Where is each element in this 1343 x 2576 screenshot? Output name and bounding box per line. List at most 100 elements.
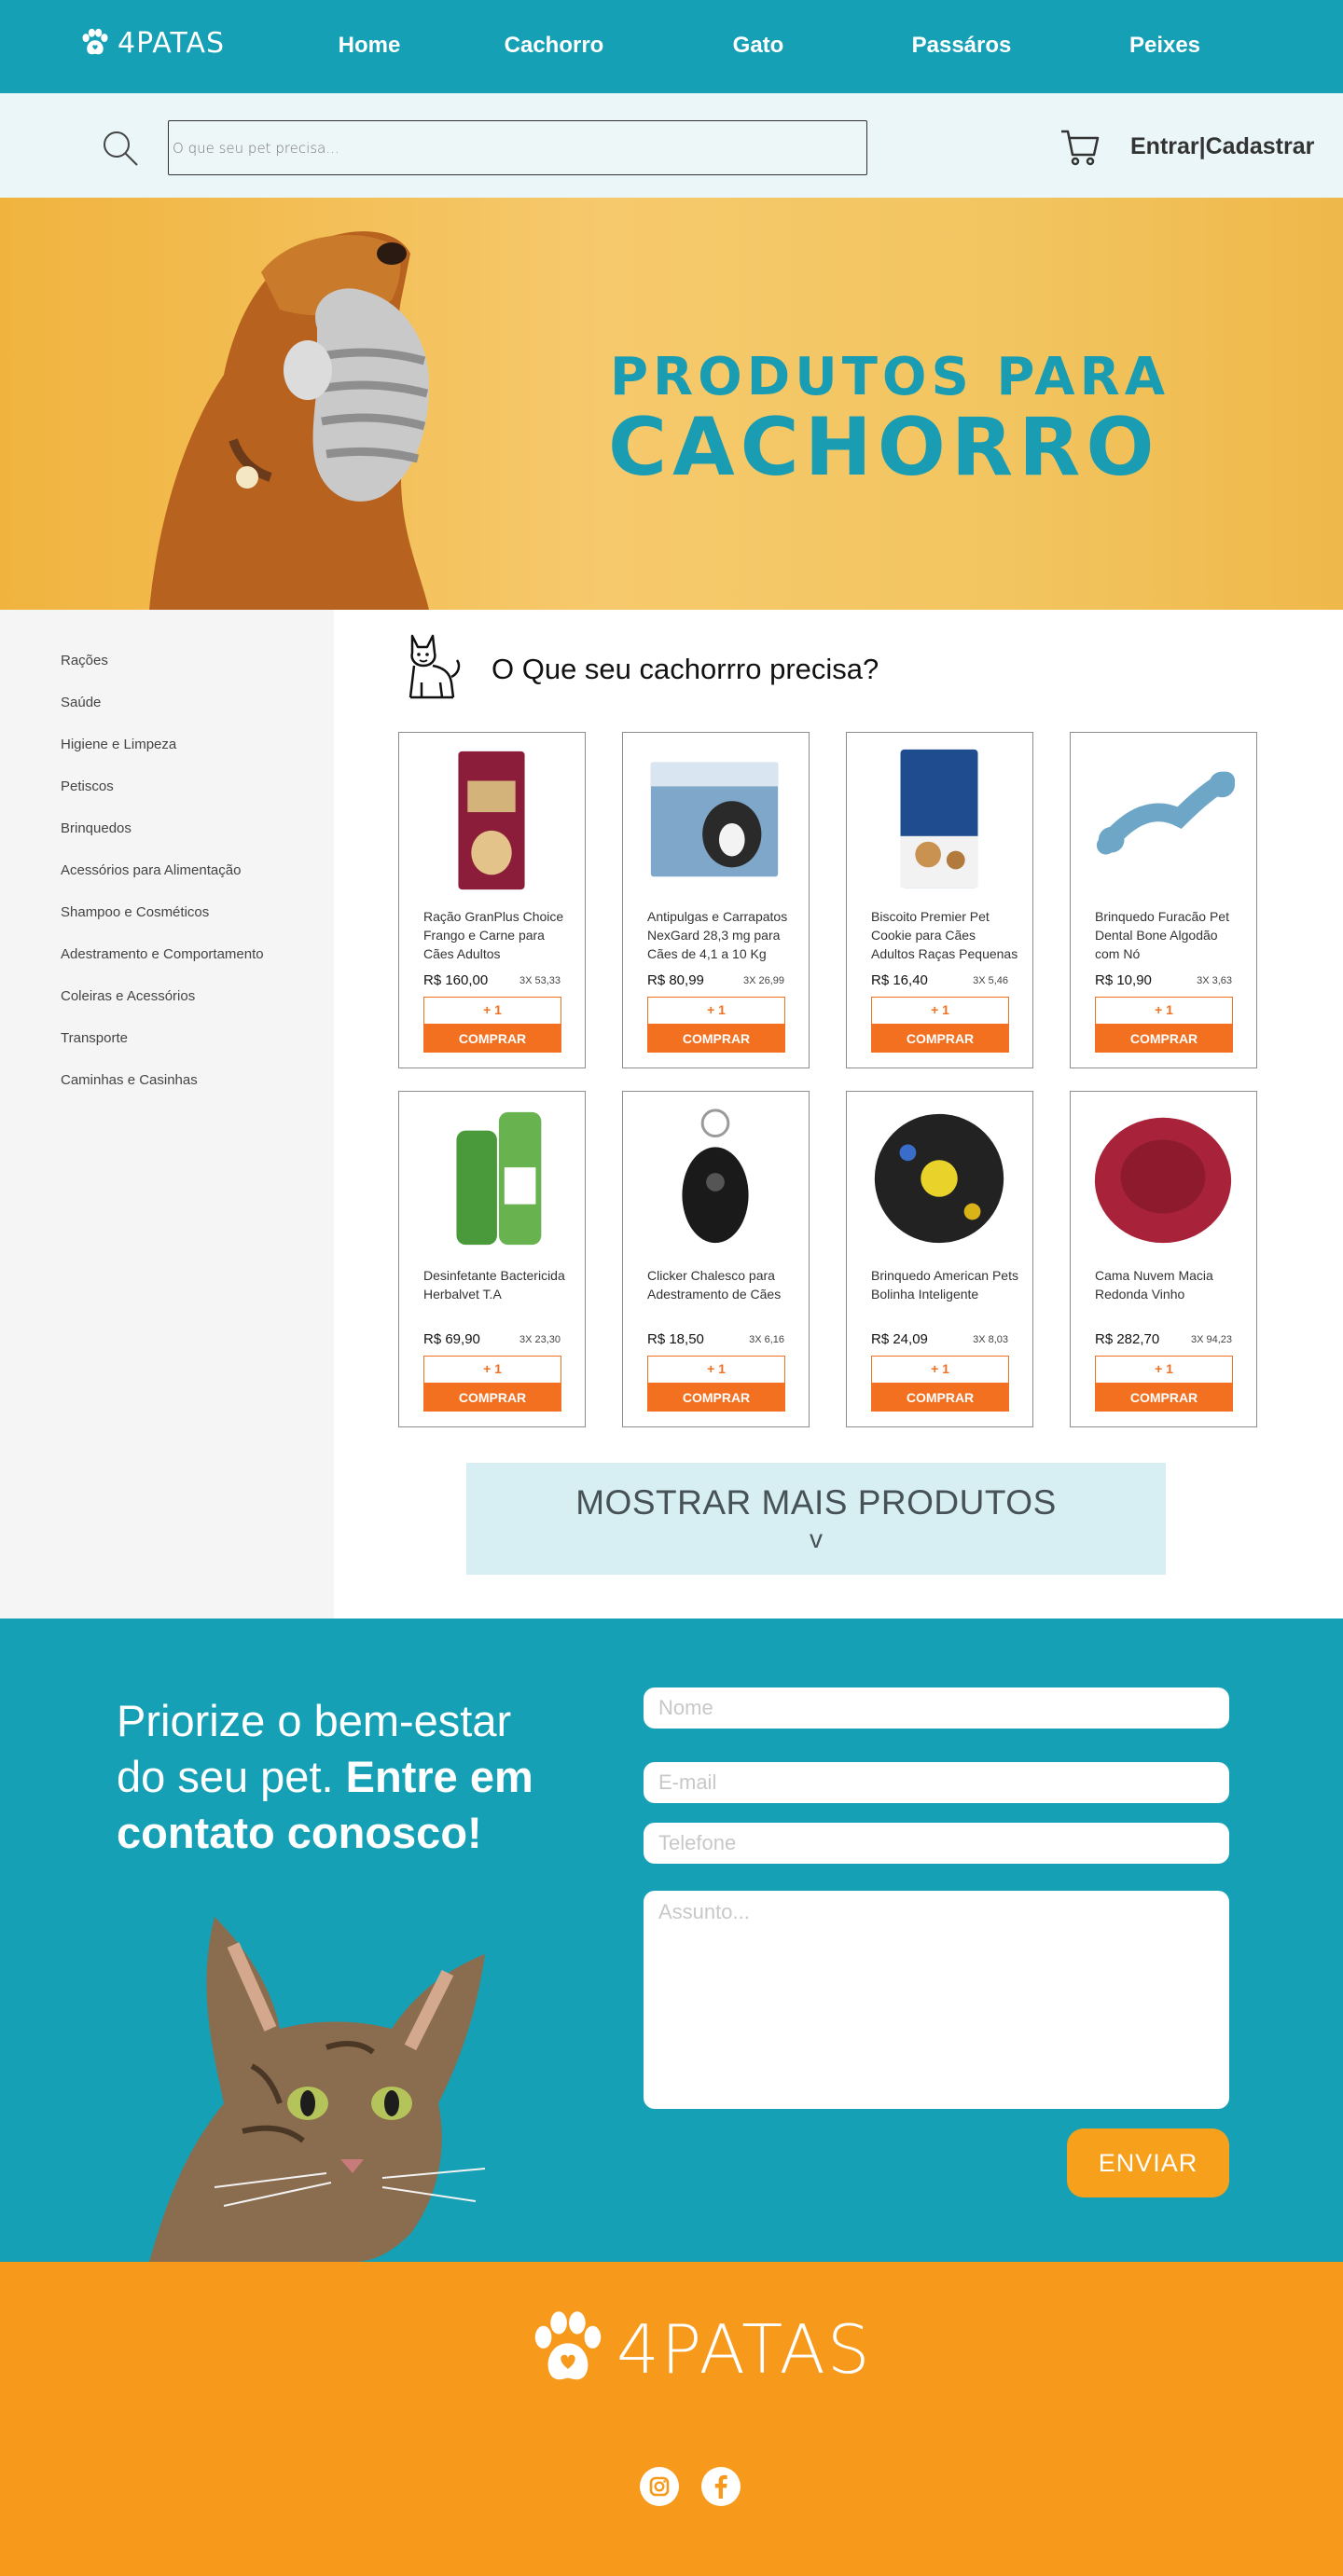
show-more-label: MOSTRAR MAIS PRODUTOS [575, 1483, 1057, 1522]
product-installments: 3X 8,03 [973, 1334, 1008, 1345]
buy-button[interactable]: COMPRAR [423, 1025, 561, 1053]
sidebar-item-adestramento[interactable]: Adestramento e Comportamento [61, 946, 264, 962]
add-one-button[interactable]: + 1 [871, 997, 1009, 1025]
product-card[interactable]: Brinquedo American Pets Bolinha Intelige… [846, 1091, 1033, 1427]
instagram-icon[interactable] [640, 2467, 679, 2506]
product-image[interactable] [640, 744, 791, 895]
sidebar-item-racoes[interactable]: Rações [61, 653, 108, 668]
product-name[interactable]: Desinfetante Bactericida Herbalvet T.A [423, 1266, 573, 1303]
product-price: R$ 160,00 [423, 972, 489, 988]
footer-logo[interactable]: 4PATAS [527, 2308, 872, 2390]
product-card[interactable]: Cama Nuvem Macia Redonda Vinho R$ 282,70 3… [1070, 1091, 1257, 1427]
email-field[interactable] [644, 1762, 1229, 1803]
product-name[interactable]: Brinquedo American Pets Bolinha Intelige… [871, 1266, 1020, 1303]
add-one-button[interactable]: + 1 [647, 1356, 785, 1384]
phone-field[interactable] [644, 1823, 1229, 1864]
product-price: R$ 69,90 [423, 1331, 480, 1347]
product-image[interactable] [416, 744, 567, 895]
product-name[interactable]: Cama Nuvem Macia Redonda Vinho [1095, 1266, 1244, 1303]
sidebar-item-brinquedos[interactable]: Brinquedos [61, 820, 132, 836]
paw-icon [534, 2311, 602, 2380]
show-more-button[interactable]: MOSTRAR MAIS PRODUTOS v [466, 1463, 1166, 1575]
product-price: R$ 282,70 [1095, 1331, 1160, 1347]
buy-button[interactable]: COMPRAR [423, 1384, 561, 1412]
chevron-down-icon: v [810, 1524, 823, 1553]
sidebar-item-acessorios-alimentacao[interactable]: Acessórios para Alimentação [61, 862, 241, 878]
section-title: O Que seu cachorrro precisa? [492, 653, 879, 685]
product-card[interactable]: Brinquedo Furacão Pet Dental Bone Algodã… [1070, 732, 1257, 1068]
footer-brand-name: 4PATAS [616, 2310, 872, 2389]
add-one-button[interactable]: + 1 [423, 997, 561, 1025]
add-one-button[interactable]: + 1 [647, 997, 785, 1025]
sidebar-item-shampoo[interactable]: Shampoo e Cosméticos [61, 904, 209, 920]
sidebar-item-petiscos[interactable]: Petiscos [61, 778, 114, 794]
dog-with-toy-image [149, 231, 429, 610]
hero-banner: PRODUTOS PARA CACHORRO [0, 198, 1343, 610]
nav-peixes[interactable]: Peixes [1129, 33, 1200, 59]
product-image[interactable] [864, 1103, 1015, 1254]
product-price: R$ 18,50 [647, 1331, 704, 1347]
product-installments: 3X 5,46 [973, 975, 1008, 986]
product-installments: 3X 94,23 [1190, 1334, 1232, 1345]
hero-title-line2: CACHORRO [608, 401, 1160, 494]
product-price: R$ 24,09 [871, 1331, 928, 1347]
name-field[interactable] [644, 1687, 1229, 1729]
product-installments: 3X 23,30 [519, 1334, 561, 1345]
nav-home[interactable]: Home [339, 33, 401, 59]
login-register-link[interactable]: Entrar|Cadastrar [1130, 133, 1314, 160]
hero-title-line1: PRODUTOS PARA [610, 347, 1170, 407]
product-card[interactable]: Ração GranPlus Choice Frango e Carne par… [398, 732, 586, 1068]
nav-links: Home Cachorro Gato Passáros Peixes [0, 0, 1343, 93]
subject-textarea[interactable] [644, 1891, 1229, 2109]
buy-button[interactable]: COMPRAR [647, 1384, 785, 1412]
buy-button[interactable]: COMPRAR [1095, 1025, 1233, 1053]
product-card[interactable]: Clicker Chalesco para Adestramento de Cã… [622, 1091, 810, 1427]
product-image[interactable] [416, 1103, 567, 1254]
add-one-button[interactable]: + 1 [871, 1356, 1009, 1384]
buy-button[interactable]: COMPRAR [1095, 1384, 1233, 1412]
buy-button[interactable]: COMPRAR [871, 1384, 1009, 1412]
product-name[interactable]: Brinquedo Furacão Pet Dental Bone Algodã… [1095, 907, 1244, 963]
product-installments: 3X 26,99 [742, 975, 784, 986]
buy-button[interactable]: COMPRAR [871, 1025, 1009, 1053]
facebook-icon[interactable] [701, 2467, 741, 2506]
product-price: R$ 10,90 [1095, 972, 1152, 988]
product-image[interactable] [1087, 744, 1239, 895]
product-name[interactable]: Ração GranPlus Choice Frango e Carne par… [423, 907, 573, 963]
cart-icon[interactable] [1059, 127, 1101, 168]
nav-passaros[interactable]: Passáros [912, 33, 1012, 59]
product-card[interactable]: Biscoito Premier Pet Cookie para Cães Ad… [846, 732, 1033, 1068]
product-image[interactable] [1087, 1103, 1239, 1254]
send-button[interactable]: ENVIAR [1067, 2128, 1229, 2197]
category-sidebar: Rações Saúde Higiene e Limpeza Petiscos … [0, 610, 334, 1619]
sidebar-item-caminhas[interactable]: Caminhas e Casinhas [61, 1072, 198, 1088]
sidebar-item-higiene[interactable]: Higiene e Limpeza [61, 737, 176, 752]
search-icon[interactable] [101, 129, 140, 168]
sidebar-item-saude[interactable]: Saúde [61, 695, 101, 710]
product-name[interactable]: Antipulgas e Carrapatos NexGard 28,3 mg … [647, 907, 796, 963]
product-card[interactable]: Desinfetante Bactericida Herbalvet T.A R$… [398, 1091, 586, 1427]
product-card[interactable]: Antipulgas e Carrapatos NexGard 28,3 mg … [622, 732, 810, 1068]
cat-image [149, 1917, 486, 2262]
product-image[interactable] [864, 744, 1015, 895]
product-image[interactable] [640, 1103, 791, 1254]
search-input[interactable] [168, 120, 867, 175]
footer: 4PATAS [0, 2262, 1343, 2576]
add-one-button[interactable]: + 1 [423, 1356, 561, 1384]
product-installments: 3X 3,63 [1197, 975, 1232, 986]
buy-button[interactable]: COMPRAR [647, 1025, 785, 1053]
sidebar-item-coleiras[interactable]: Coleiras e Acessórios [61, 988, 195, 1004]
dog-outline-icon [408, 634, 461, 699]
contact-heading: Priorize o bem-estar do seu pet. Entre e… [117, 1693, 555, 1861]
product-name[interactable]: Clicker Chalesco para Adestramento de Cã… [647, 1266, 796, 1303]
product-price: R$ 80,99 [647, 972, 704, 988]
sidebar-item-transporte[interactable]: Transporte [61, 1030, 128, 1046]
nav-cachorro[interactable]: Cachorro [505, 33, 604, 59]
add-one-button[interactable]: + 1 [1095, 997, 1233, 1025]
product-installments: 3X 53,33 [519, 975, 561, 986]
product-price: R$ 16,40 [871, 972, 928, 988]
nav-gato[interactable]: Gato [733, 33, 784, 59]
product-name[interactable]: Biscoito Premier Pet Cookie para Cães Ad… [871, 907, 1020, 963]
add-one-button[interactable]: + 1 [1095, 1356, 1233, 1384]
top-navbar: 4PATAS Home Cachorro Gato Passáros Peixe… [0, 0, 1343, 93]
